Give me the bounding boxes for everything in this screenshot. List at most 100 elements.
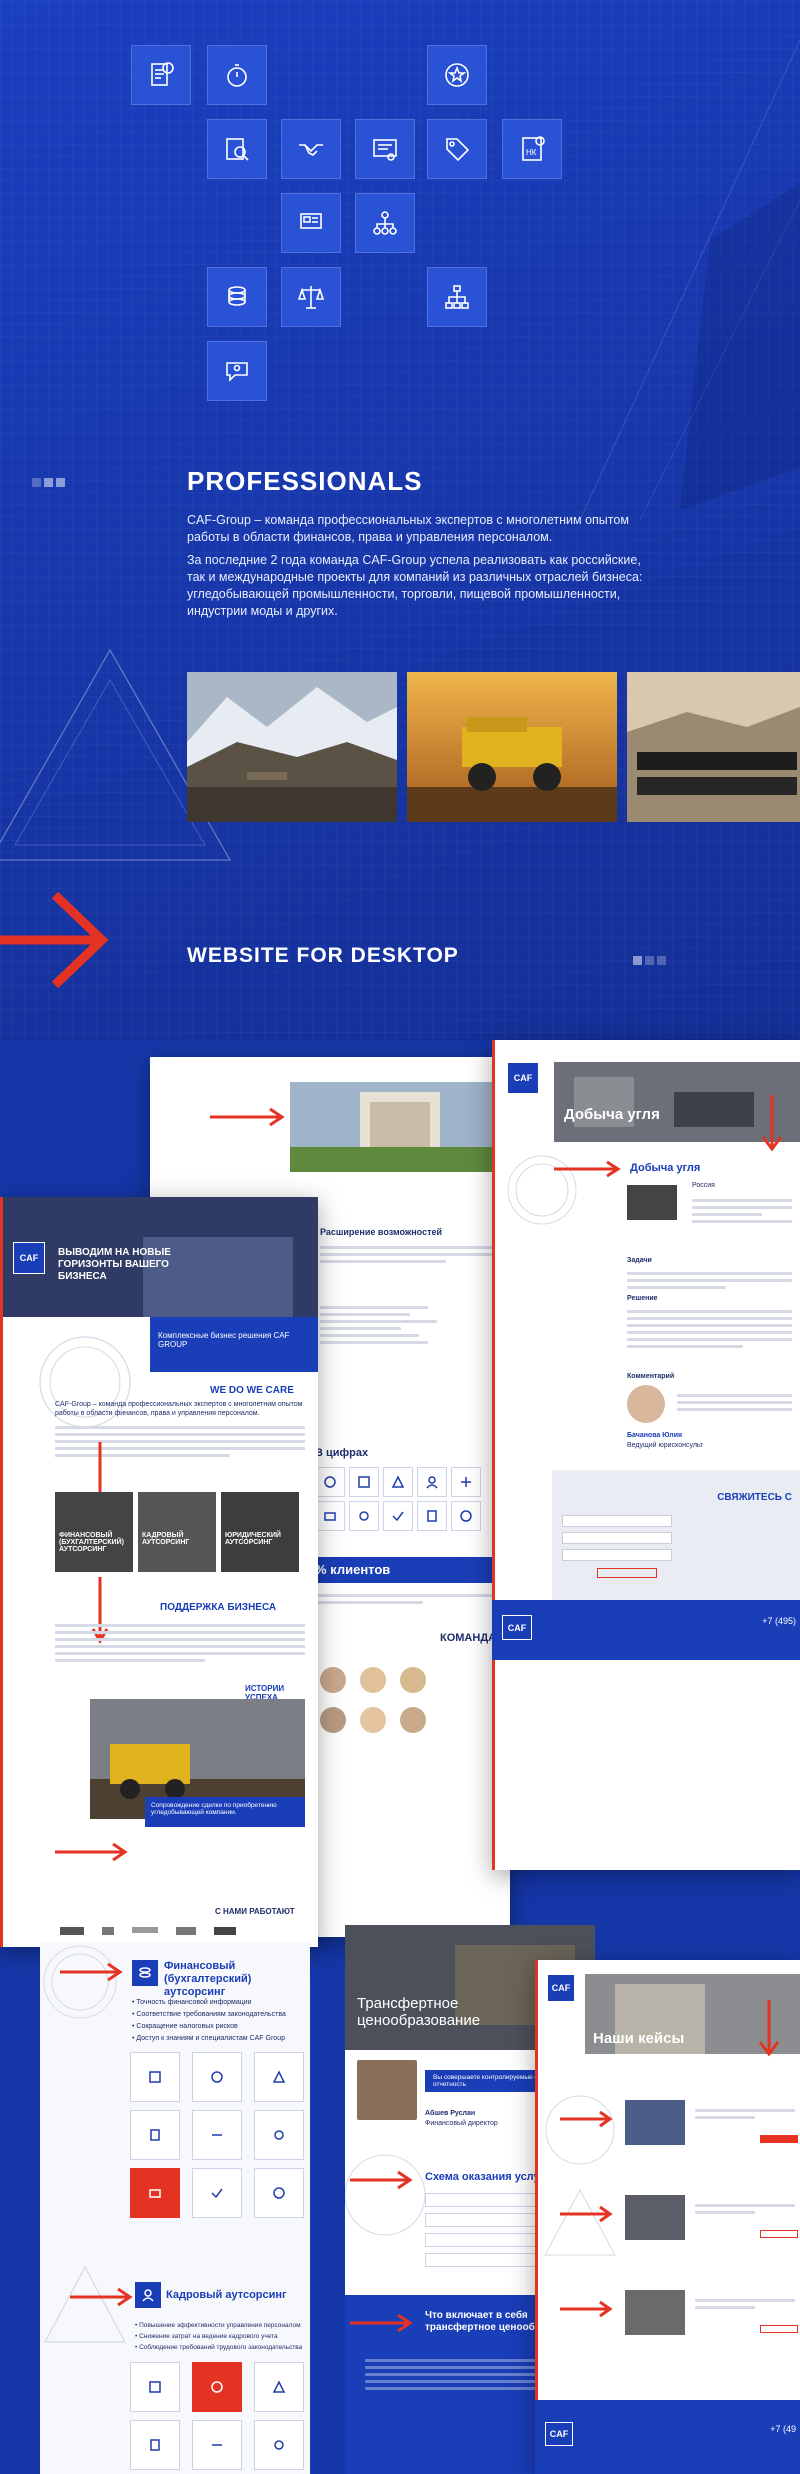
- feature-card[interactable]: [130, 2110, 180, 2160]
- arrow-right-icon: [60, 1962, 123, 1982]
- mountain-mine-photo: [187, 672, 397, 822]
- team-title: КОМАНДА: [440, 1632, 497, 1644]
- handshake-icon: [281, 119, 341, 179]
- partner-logo: [60, 1927, 84, 1935]
- case-thumbnail[interactable]: [625, 2290, 685, 2335]
- clients-banner: % клиентов: [310, 1557, 510, 1583]
- stopwatch-icon: [207, 45, 267, 105]
- send-button[interactable]: [597, 1568, 657, 1578]
- coal-hero-title: Добыча угля: [564, 1106, 660, 1123]
- feature-card[interactable]: [192, 2168, 242, 2218]
- contact-section: СВЯЖИТЕСЬ С: [552, 1470, 800, 1600]
- arrow-right-icon: [350, 2170, 413, 2190]
- bullet-item: • Сокращение налоговых рисков: [132, 2023, 238, 2030]
- feature-card[interactable]: [254, 2110, 304, 2160]
- red-edge-line: [492, 1040, 495, 1870]
- professionals-section: НК PROFESSIONALS CAF-Group – команда про…: [0, 0, 800, 1040]
- coal-conveyor-photo: [627, 672, 800, 822]
- desktop-title: WEBSITE FOR DESKTOP: [187, 944, 459, 967]
- slider-dots-2: [633, 952, 669, 970]
- professionals-paragraph-1: CAF-Group – команда профессиональных экс…: [187, 513, 629, 544]
- hr-title: Кадровый аутсорсинг: [166, 2289, 287, 2301]
- partner-logo: [132, 1927, 158, 1933]
- arrow-right-icon: [560, 2205, 613, 2223]
- caf-logo[interactable]: CAF: [507, 1062, 539, 1094]
- main-hero: CAF ВЫВОДИМ НА НОВЫЕ ГОРИЗОНТЫ ВАШЕГО БИ…: [3, 1197, 318, 1317]
- feature-card[interactable]: [254, 2420, 304, 2470]
- org-chart-icon: [355, 193, 415, 253]
- feature-card[interactable]: [254, 2052, 304, 2102]
- service-card[interactable]: КАДРОВЫЙ АУТСОРСИНГ: [138, 1492, 216, 1572]
- partners-logos: [60, 1927, 236, 1935]
- service-card[interactable]: ФИНАНСОВЫЙ (БУХГАЛТЕРСКИЙ) АУТСОРСИНГ: [55, 1492, 133, 1572]
- caf-logo[interactable]: CAF: [502, 1615, 532, 1640]
- feature-card[interactable]: [192, 2420, 242, 2470]
- document-clock-icon: [131, 45, 191, 105]
- arrow-right-icon: [560, 2300, 613, 2318]
- svg-text:НК: НК: [526, 148, 537, 157]
- tasks-lines: [627, 1268, 792, 1293]
- name-field[interactable]: [562, 1515, 672, 1527]
- mockup-cases: CAF Наши кейсы CAF +7 (49: [535, 1960, 800, 2474]
- footer-phone[interactable]: +7 (49: [770, 2424, 796, 2434]
- bullet-item: • Соблюдение требований трудового законо…: [135, 2344, 303, 2351]
- caf-logo[interactable]: CAF: [545, 2422, 573, 2446]
- case-more-button[interactable]: [760, 2325, 798, 2333]
- avatar: [357, 2060, 417, 2120]
- hr-bullets: • Повышение эффективности управления пер…: [135, 2320, 302, 2353]
- avatar: [320, 1707, 346, 1733]
- arrow-right-icon: [0, 891, 109, 989]
- message-field[interactable]: [562, 1549, 672, 1561]
- financial-title: Финансовый (бухгалтерский) аутсорсинг: [164, 1960, 252, 1998]
- contact-heading: СВЯЖИТЕСЬ С: [717, 1492, 792, 1503]
- diagonal-lines-decoration: [579, 40, 800, 520]
- mockup-financial: Финансовый (бухгалтерский) аутсорсинг • …: [40, 1942, 310, 2474]
- scheme-title: Схема оказания услуг: [425, 2171, 545, 2183]
- feature-card-active[interactable]: [130, 2168, 180, 2218]
- arrow-right-icon: [554, 1160, 621, 1178]
- feature-card[interactable]: [130, 2052, 180, 2102]
- red-edge-line: [535, 1960, 538, 2474]
- feature-card[interactable]: [192, 2052, 242, 2102]
- case-thumbnail[interactable]: [625, 2195, 685, 2240]
- scales-icon: [281, 267, 341, 327]
- circle-decoration: [545, 2095, 615, 2165]
- coal-photo-small: [627, 1185, 677, 1220]
- case-more-button[interactable]: [760, 2230, 798, 2238]
- email-field[interactable]: [562, 1532, 672, 1544]
- feature-card[interactable]: [130, 2420, 180, 2470]
- service-card[interactable]: ЮРИДИЧЕСКИЙ АУТСОРСИНГ: [221, 1492, 299, 1572]
- feature-card[interactable]: [192, 2110, 242, 2160]
- feature-card[interactable]: [254, 2168, 304, 2218]
- feature-card-active[interactable]: [192, 2362, 242, 2412]
- professionals-paragraph-2: За последние 2 года команда CAF-Group ус…: [187, 553, 643, 618]
- numbers-title: В цифрах: [315, 1447, 369, 1459]
- financial-features-grid: [130, 2052, 304, 2218]
- certificate-icon: [355, 119, 415, 179]
- team-avatars: [320, 1667, 426, 1733]
- footer-phone[interactable]: +7 (495): [762, 1616, 796, 1626]
- avatar: [320, 1667, 346, 1693]
- partner-logo: [102, 1927, 114, 1935]
- success-caption: Сопровождение сделки по приобретению угл…: [151, 1802, 277, 1816]
- complex-text: Комплексные бизнес решения CAF GROUP: [158, 1331, 290, 1349]
- caf-logo[interactable]: CAF: [547, 1974, 575, 2002]
- slider-dots: [32, 474, 68, 492]
- possibilities-title: Расширение возможностей: [320, 1227, 443, 1237]
- case-thumbnail[interactable]: [625, 2100, 685, 2145]
- arrow-right-icon: [210, 1107, 285, 1127]
- case-text-lines: [695, 2200, 795, 2218]
- avatar: [360, 1667, 386, 1693]
- feature-card[interactable]: [130, 2362, 180, 2412]
- avatar: [400, 1707, 426, 1733]
- caf-logo[interactable]: CAF: [13, 1242, 45, 1274]
- coal-footer: CAF +7 (495): [492, 1600, 800, 1660]
- coins-icon: [132, 1960, 158, 1986]
- person-role: Финансовый директор: [425, 2120, 498, 2127]
- possibilities-list: [320, 1302, 500, 1348]
- bullet-item: • Соответствие требованиям законодательс…: [132, 2011, 286, 2018]
- case-more-button[interactable]: [760, 2135, 798, 2143]
- tax-document-icon: НК: [502, 119, 562, 179]
- feature-card[interactable]: [254, 2362, 304, 2412]
- partner-logo: [176, 1927, 196, 1935]
